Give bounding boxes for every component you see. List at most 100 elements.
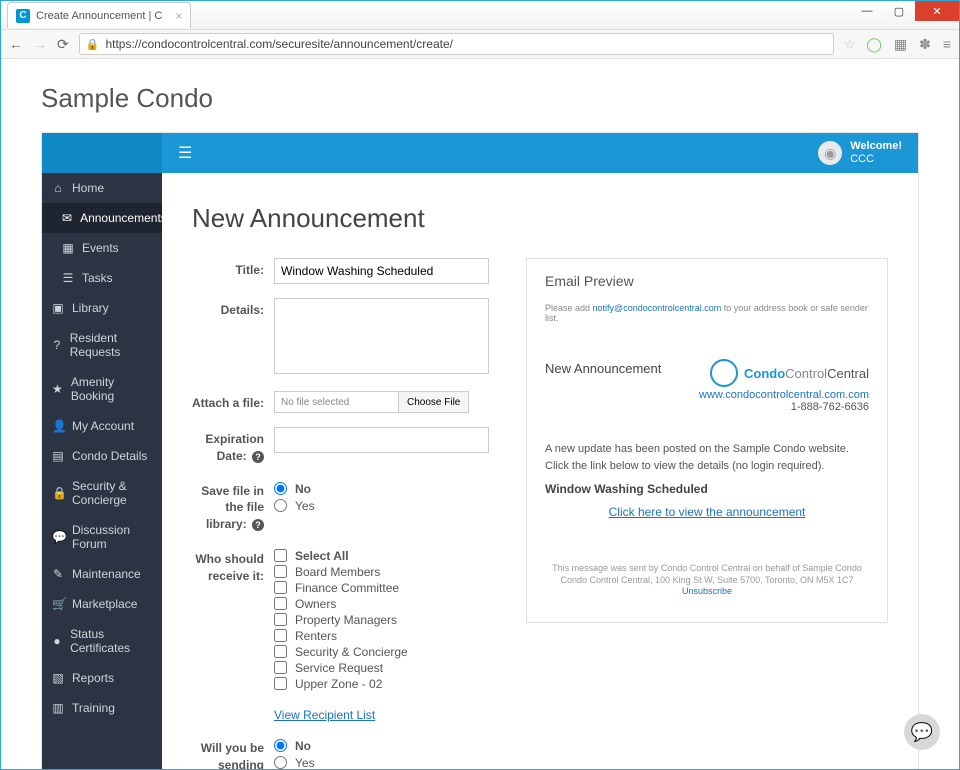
paper-copies-label: Will you be sending paper copies: ?: [192, 736, 274, 769]
browser-tab[interactable]: C Create Announcement | C ×: [7, 2, 191, 28]
recipient-property-managers[interactable]: Property Managers: [274, 613, 502, 627]
nav-label: My Account: [72, 419, 134, 433]
nav-label: Maintenance: [72, 567, 141, 581]
sidebar-item-training[interactable]: ▥Training: [42, 693, 162, 723]
sidebar-item-status-certificates[interactable]: ●Status Certificates: [42, 619, 162, 663]
unsubscribe-link[interactable]: Unsubscribe: [682, 586, 732, 596]
reload-button[interactable]: ⟳: [57, 36, 69, 53]
nav-icon: ▣: [52, 301, 64, 315]
sidebar-item-library[interactable]: ▣ Library: [42, 293, 162, 323]
recipient-renters[interactable]: Renters: [274, 629, 502, 643]
details-textarea[interactable]: [274, 298, 489, 374]
url-text: https://condocontrolcentral.com/securesi…: [105, 37, 453, 51]
paper-no[interactable]: No: [274, 739, 502, 753]
attach-label: Attach a file:: [192, 391, 274, 413]
recipient-security-concierge[interactable]: Security & Concierge: [274, 645, 502, 659]
sidebar-item-reports[interactable]: ▧ Reports: [42, 663, 162, 693]
recipient-select-all[interactable]: Select All: [274, 549, 502, 563]
help-icon[interactable]: ?: [252, 451, 264, 463]
preview-announcement-title: Window Washing Scheduled: [545, 482, 869, 496]
recipient-board-members[interactable]: Board Members: [274, 565, 502, 579]
paper-yes[interactable]: Yes: [274, 756, 502, 769]
nav-icon: ☰: [62, 271, 74, 285]
nav-label: Home: [72, 181, 104, 195]
preview-body: A new update has been posted on the Samp…: [545, 441, 869, 474]
expiration-input[interactable]: [274, 427, 489, 453]
nav-icon: ?: [52, 338, 62, 352]
sidebar-item-events[interactable]: ▦ Events: [42, 233, 162, 263]
sidebar-item-condo-details[interactable]: ▤Condo Details: [42, 441, 162, 471]
url-input[interactable]: 🔒 https://condocontrolcentral.com/secure…: [79, 33, 834, 55]
preview-footer: This message was sent by Condo Control C…: [545, 563, 869, 598]
recipients-label: Who should receive it:: [192, 547, 274, 693]
sidebar-item-resident-requests[interactable]: ? Resident Requests: [42, 323, 162, 367]
nav-label: Reports: [72, 671, 114, 685]
nav-icon: ●: [52, 634, 62, 648]
sidebar: ⌂Home✉Announcements ▦ Events ☰ Tasks ▣ Library…: [42, 173, 162, 769]
nav-label: Condo Details: [72, 449, 147, 463]
maximize-button[interactable]: ▢: [883, 1, 915, 21]
menu-icon[interactable]: ≡: [943, 36, 951, 52]
sidebar-item-my-account[interactable]: 👤My Account: [42, 411, 162, 441]
sidebar-item-maintenance[interactable]: ✎Maintenance: [42, 559, 162, 589]
recipient-finance-committee[interactable]: Finance Committee: [274, 581, 502, 595]
sidebar-item-discussion-forum[interactable]: 💬Discussion Forum: [42, 515, 162, 559]
recipient-owners[interactable]: Owners: [274, 597, 502, 611]
help-icon[interactable]: ?: [252, 519, 264, 531]
nav-icon: ✉: [62, 211, 72, 225]
save-library-yes[interactable]: Yes: [274, 499, 502, 513]
nav-label: Resident Requests: [70, 331, 152, 359]
save-library-no[interactable]: No: [274, 482, 502, 496]
extension-icon-2[interactable]: ▦: [894, 36, 907, 53]
brand-phone: 1-888-762-6636: [791, 401, 869, 413]
choose-file-button[interactable]: Choose File: [398, 391, 469, 413]
title-label: Title:: [192, 258, 274, 284]
sidebar-item-tasks[interactable]: ☰ Tasks: [42, 263, 162, 293]
brand-site-link[interactable]: www.condocontrolcentral.com.com: [699, 389, 869, 401]
preview-addressbook: Please add notify@condocontrolcentral.co…: [545, 303, 869, 323]
notify-email-link[interactable]: notify@condocontrolcentral.com: [593, 303, 722, 313]
nav-label: Marketplace: [72, 597, 137, 611]
extension-icon-1[interactable]: ◯: [866, 36, 882, 53]
back-button[interactable]: ←: [9, 36, 23, 52]
close-window-button[interactable]: ✕: [915, 1, 959, 21]
page-content: Sample Condo ☰ ◉ Welcome! CCC ⌂Home✉Anno…: [1, 59, 959, 769]
chat-bubble-icon[interactable]: 💬: [904, 714, 940, 750]
close-tab-icon[interactable]: ×: [175, 9, 182, 23]
extension-icon-3[interactable]: ✽: [919, 36, 931, 53]
view-announcement-link[interactable]: Click here to view the announcement: [609, 505, 806, 519]
nav-label: Tasks: [82, 271, 113, 285]
nav-icon: ▧: [52, 671, 64, 685]
user-menu[interactable]: ◉ Welcome! CCC: [818, 140, 902, 166]
tab-title: Create Announcement | C: [36, 10, 162, 22]
expiration-label: Expiration Date: ?: [192, 427, 274, 465]
nav-label: Events: [82, 241, 119, 255]
nav-label: Library: [72, 301, 109, 315]
title-input[interactable]: [274, 258, 489, 284]
recipient-upper-zone-02[interactable]: Upper Zone - 02: [274, 677, 502, 691]
nav-label: Security & Concierge: [72, 479, 152, 507]
nav-icon: 💬: [52, 530, 64, 544]
sidebar-item-announcements[interactable]: ✉Announcements: [42, 203, 162, 233]
save-library-label: Save file in the file library: ?: [192, 479, 274, 533]
recipient-service-request[interactable]: Service Request: [274, 661, 502, 675]
nav-icon: ▦: [62, 241, 74, 255]
forward-button[interactable]: →: [33, 36, 47, 52]
star-icon[interactable]: ☆: [844, 36, 857, 53]
view-recipient-list-link[interactable]: View Recipient List: [274, 708, 375, 722]
sidebar-item-marketplace[interactable]: 🛒 Marketplace: [42, 589, 162, 619]
hamburger-icon[interactable]: ☰: [178, 143, 192, 163]
minimize-button[interactable]: —: [851, 1, 883, 21]
welcome-label: Welcome!: [850, 140, 902, 153]
sidebar-item-amenity-booking[interactable]: ★Amenity Booking: [42, 367, 162, 411]
app-topbar: ☰ ◉ Welcome! CCC: [42, 133, 918, 173]
address-bar: ← → ⟳ 🔒 https://condocontrolcentral.com/…: [1, 29, 959, 59]
sidebar-item-security-concierge[interactable]: 🔒Security & Concierge: [42, 471, 162, 515]
nav-label: Training: [72, 701, 115, 715]
sidebar-item-home[interactable]: ⌂Home: [42, 173, 162, 203]
favicon-icon: C: [16, 9, 30, 23]
nav-icon: 🛒: [52, 597, 64, 611]
brand-logo: CondoControlCentral: [699, 359, 869, 387]
avatar-icon: ◉: [818, 141, 842, 165]
site-title: Sample Condo: [41, 83, 919, 114]
